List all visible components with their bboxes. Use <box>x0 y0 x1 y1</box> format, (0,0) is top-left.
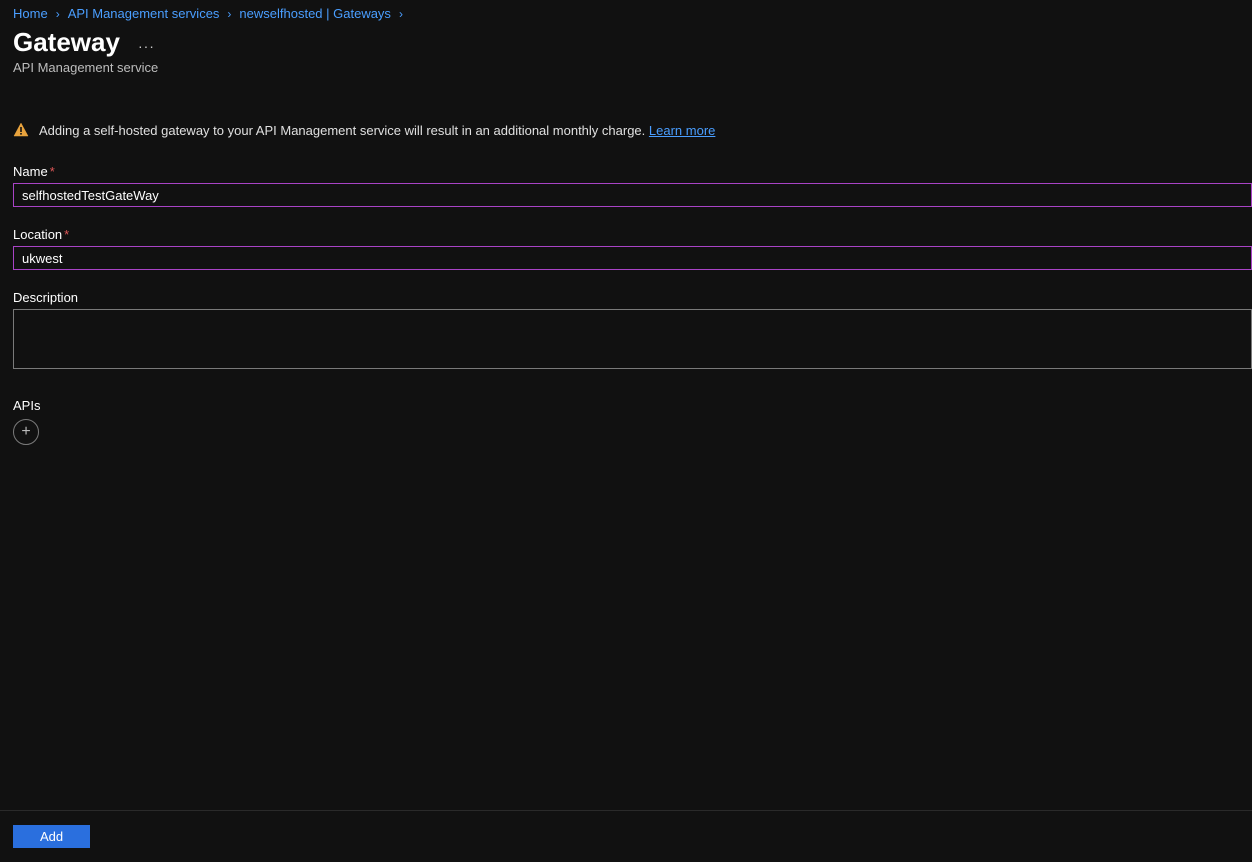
page-header: Gateway ··· API Management service <box>0 25 1252 83</box>
name-label: Name* <box>13 164 1252 179</box>
location-field: Location* <box>13 227 1252 270</box>
breadcrumb-resource[interactable]: newselfhosted | Gateways <box>239 6 391 21</box>
more-icon[interactable]: ··· <box>138 38 155 54</box>
add-button[interactable]: Add <box>13 825 90 848</box>
chevron-right-icon: › <box>56 7 60 21</box>
name-input[interactable] <box>13 183 1252 207</box>
page-subtitle: API Management service <box>13 60 1239 75</box>
breadcrumb: Home › API Management services › newself… <box>0 0 1252 25</box>
content-area: Adding a self-hosted gateway to your API… <box>0 83 1252 445</box>
breadcrumb-home[interactable]: Home <box>13 6 48 21</box>
footer-bar: Add <box>0 810 1252 862</box>
breadcrumb-services[interactable]: API Management services <box>68 6 220 21</box>
info-text: Adding a self-hosted gateway to your API… <box>39 123 715 138</box>
description-input[interactable] <box>13 309 1252 369</box>
chevron-right-icon: › <box>399 7 403 21</box>
location-input[interactable] <box>13 246 1252 270</box>
location-label: Location* <box>13 227 1252 242</box>
warning-icon <box>13 122 29 138</box>
plus-icon: + <box>21 423 30 441</box>
apis-section: APIs + <box>13 398 1252 445</box>
info-banner: Adding a self-hosted gateway to your API… <box>13 122 1252 138</box>
description-field: Description <box>13 290 1252 372</box>
name-field: Name* <box>13 164 1252 207</box>
description-label: Description <box>13 290 1252 305</box>
apis-label: APIs <box>13 398 1252 413</box>
learn-more-link[interactable]: Learn more <box>649 123 715 138</box>
add-api-button[interactable]: + <box>13 419 39 445</box>
chevron-right-icon: › <box>227 7 231 21</box>
page-title: Gateway <box>13 27 120 58</box>
